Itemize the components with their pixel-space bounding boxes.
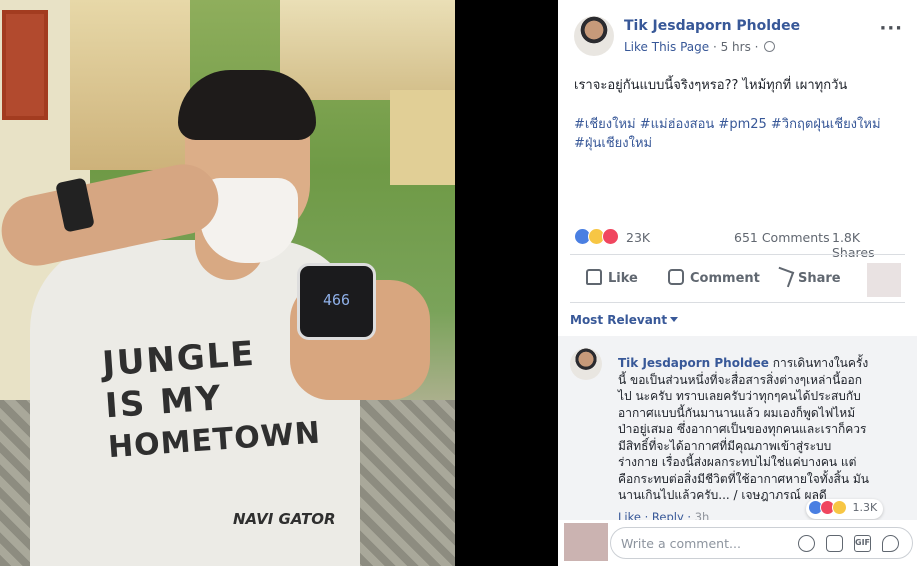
comment-input[interactable]: Write a comment... GIF	[610, 527, 913, 559]
comment-author-avatar[interactable]	[570, 348, 602, 380]
sad-reaction-icon	[832, 500, 847, 515]
comment-links: Like · Reply · 3h	[618, 510, 709, 520]
comment-like-link[interactable]: Like	[618, 510, 641, 520]
device-reading: 466	[322, 291, 351, 309]
emoji-icon[interactable]	[798, 535, 815, 552]
comment-reply-link[interactable]: Reply	[652, 510, 684, 520]
divider	[570, 302, 905, 303]
like-page-link[interactable]: Like This Page	[624, 40, 709, 54]
share-label: Share	[798, 271, 841, 286]
gif-icon[interactable]: GIF	[854, 535, 871, 552]
comment-reaction-count: 1.3K	[852, 500, 878, 514]
photo-viewer: 466 JUNGLE IS MY HOMETOWN NAVI GATOR Tik…	[0, 0, 917, 566]
link-separator: ·	[640, 510, 652, 520]
photo-roof	[70, 0, 190, 170]
sticker-icon[interactable]	[882, 535, 899, 552]
post-time[interactable]: 5 hrs	[721, 40, 751, 54]
more-icon[interactable]: ···	[879, 18, 903, 39]
comment-icon	[668, 269, 684, 285]
photo-roof	[280, 0, 455, 100]
post-header: Tik Jesdaporn Pholdee Like This Page · 5…	[558, 0, 917, 70]
link-separator: ·	[683, 510, 695, 520]
post-photo[interactable]: 466 JUNGLE IS MY HOMETOWN NAVI GATOR	[0, 0, 455, 566]
share-icon	[773, 266, 795, 288]
like-button[interactable]: Like	[586, 269, 638, 286]
comment-bubble: Tik Jesdaporn Pholdee การเดินทางในครั้งน…	[608, 347, 883, 504]
like-label: Like	[608, 271, 638, 286]
sort-label: Most Relevant	[570, 313, 668, 327]
share-button[interactable]: Share	[773, 266, 841, 288]
divider	[570, 254, 905, 255]
comments-list: Tik Jesdaporn Pholdee การเดินทางในครั้งน…	[558, 336, 917, 520]
photo-roof	[390, 90, 455, 185]
comment-sort-dropdown[interactable]: Most Relevant	[570, 313, 679, 327]
post-meta: Like This Page · 5 hrs ·	[624, 40, 776, 54]
shirt-print: JUNGLE IS MY HOMETOWN	[101, 327, 349, 469]
comment-button[interactable]: Comment	[668, 269, 760, 286]
comment-reactions[interactable]: 1.3K	[806, 499, 884, 519]
love-reaction-icon	[602, 228, 619, 245]
reaction-icons[interactable]	[574, 228, 619, 246]
author-avatar[interactable]	[574, 16, 614, 56]
viewer-avatar-thumb[interactable]	[867, 263, 901, 297]
camera-icon[interactable]	[826, 535, 843, 552]
post-text: เราจะอยู่กันแบบนี้จริงๆหรอ?? ไหม้ทุกที่ …	[574, 78, 848, 93]
thumbs-up-icon	[586, 269, 602, 285]
photo-window	[2, 10, 48, 120]
post-hashtags[interactable]: #เชียงใหม่ #แม่ฮ่องสอน #pm25 #วิกฤตฝุ่นเ…	[574, 115, 909, 153]
shares-count[interactable]: 1.8K Shares	[832, 230, 904, 260]
meta-separator: ·	[750, 40, 763, 54]
current-user-avatar	[564, 523, 608, 561]
meta-separator: ·	[709, 40, 721, 54]
post-side-panel: Tik Jesdaporn Pholdee Like This Page · 5…	[558, 0, 917, 566]
comments-count[interactable]: 651 Comments	[734, 230, 830, 245]
reactions-summary: 23K 651 Comments 1.8K Shares	[574, 228, 904, 260]
photo-hair	[178, 70, 316, 140]
comment-composer: Write a comment... GIF	[558, 520, 917, 566]
shirt-logo: NAVI GATOR	[233, 510, 336, 528]
globe-icon	[764, 41, 776, 52]
caret-down-icon	[670, 317, 679, 322]
comment-time[interactable]: 3h	[695, 510, 710, 520]
post-actions: Like Comment Share	[570, 260, 905, 298]
post-author[interactable]: Tik Jesdaporn Pholdee	[624, 18, 800, 34]
comment-text: การเดินทางในครั้งนี้ ขอเป็นส่วนหนึ่งที่จ…	[618, 356, 869, 502]
comment-label: Comment	[690, 271, 760, 286]
comment-placeholder: Write a comment...	[621, 536, 741, 551]
comment-author[interactable]: Tik Jesdaporn Pholdee	[618, 356, 769, 370]
reaction-count[interactable]: 23K	[626, 230, 650, 245]
